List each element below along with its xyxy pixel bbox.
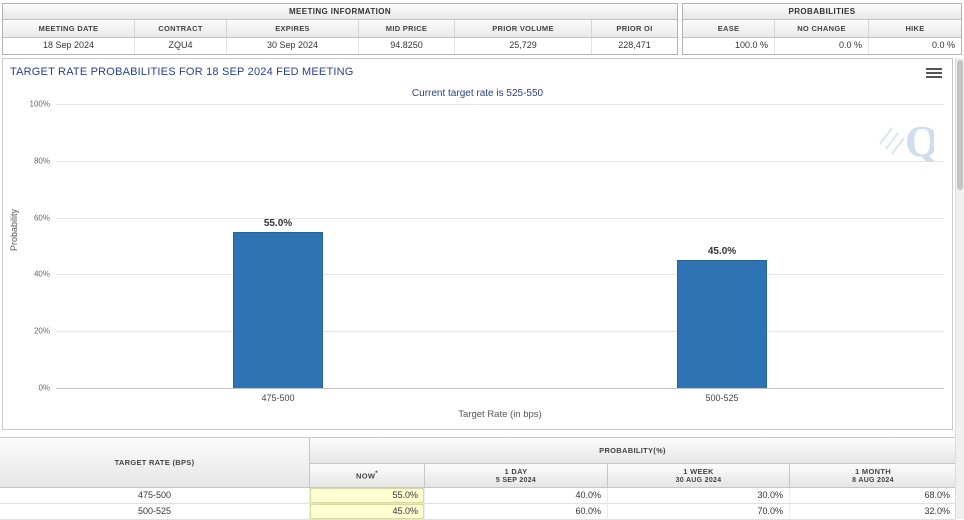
meeting-information-title: MEETING INFORMATION — [3, 4, 677, 20]
prior-volume-header: PRIOR VOLUME — [455, 20, 592, 37]
y-tick-label: 40% — [6, 270, 50, 279]
table-row-1week: 70.0% — [608, 504, 790, 520]
gridline — [56, 104, 944, 105]
y-tick-label: 100% — [6, 100, 50, 109]
one-month-label: 1 MONTH — [855, 467, 891, 476]
y-tick-label: 60% — [6, 213, 50, 222]
plot-area: 100% 80% 60% 40% 20% 0% Q 55.0% 45.0% 47… — [56, 104, 944, 389]
table-row-rate: 500-525 — [0, 504, 310, 520]
one-month-column-header: 1 MONTH 8 AUG 2024 — [790, 464, 956, 488]
contract-header: CONTRACT — [135, 20, 227, 37]
y-tick-label: 0% — [6, 384, 50, 393]
target-rate-column-header: TARGET RATE (BPS) — [0, 438, 310, 488]
hike-header: HIKE — [869, 20, 961, 37]
one-day-column-header: 1 DAY 5 SEP 2024 — [425, 464, 608, 488]
ease-header: EASE — [683, 20, 775, 37]
target-rate-chart: TARGET RATE PROBABILITIES FOR 18 SEP 202… — [2, 58, 953, 430]
y-tick-label: 80% — [6, 156, 50, 165]
bar-500-525[interactable]: 45.0% — [677, 260, 767, 388]
gridline — [56, 331, 944, 332]
now-column-header: NOW* — [310, 464, 425, 488]
chart-subtitle: Current target rate is 525-550 — [3, 88, 952, 99]
fedwatch-page: MEETING INFORMATION MEETING DATE CONTRAC… — [0, 0, 964, 519]
prior-oi-header: PRIOR OI — [592, 20, 677, 37]
table-row-now: 45.0% — [310, 504, 425, 520]
table-row-1month: 32.0% — [790, 504, 956, 520]
expires-header: EXPIRES — [227, 20, 359, 37]
one-week-label: 1 WEEK — [683, 467, 714, 476]
prior-volume-value: 25,729 — [455, 38, 592, 54]
chart-title: TARGET RATE PROBABILITIES FOR 18 SEP 202… — [10, 66, 354, 78]
contract-value: ZQU4 — [135, 38, 227, 54]
probability-history-table: TARGET RATE (BPS) PROBABILITY(%) NOW* 1 … — [0, 437, 956, 519]
bar-value-label: 55.0% — [224, 218, 332, 229]
hamburger-icon — [926, 72, 942, 74]
scrollbar-thumb[interactable] — [957, 60, 963, 190]
probabilities-value-row: 100.0 % 0.0 % 0.0 % — [683, 38, 961, 54]
gridline — [56, 218, 944, 219]
meeting-information-value-row: 18 Sep 2024 ZQU4 30 Sep 2024 94.8250 25,… — [3, 38, 677, 54]
bar-475-500[interactable]: 55.0% — [233, 232, 323, 388]
meeting-date-value: 18 Sep 2024 — [3, 38, 135, 54]
x-tick-label: 475-500 — [233, 393, 323, 403]
vertical-scrollbar — [955, 58, 964, 519]
x-tick-label: 500-525 — [677, 393, 767, 403]
one-day-date: 5 SEP 2024 — [496, 477, 536, 484]
one-week-column-header: 1 WEEK 30 AUG 2024 — [608, 464, 790, 488]
prior-oi-value: 228,471 — [592, 38, 677, 54]
meeting-information-header-row: MEETING DATE CONTRACT EXPIRES MID PRICE … — [3, 20, 677, 38]
expires-value: 30 Sep 2024 — [227, 38, 359, 54]
probabilities-header-row: EASE NO CHANGE HIKE — [683, 20, 961, 38]
gridline — [56, 274, 944, 275]
chart-menu-button[interactable] — [926, 67, 942, 81]
table-row-1day: 40.0% — [425, 488, 608, 504]
now-label: NOW — [356, 472, 375, 481]
ease-value: 100.0 % — [683, 38, 775, 54]
now-asterisk: * — [375, 470, 378, 477]
x-axis-title: Target Rate (in bps) — [56, 409, 944, 420]
table-row-rate: 475-500 — [0, 488, 310, 504]
hike-value: 0.0 % — [869, 38, 961, 54]
hamburger-icon — [926, 68, 942, 70]
no-change-header: NO CHANGE — [775, 20, 869, 37]
meeting-date-header: MEETING DATE — [3, 20, 135, 37]
table-row-now: 55.0% — [310, 488, 425, 504]
gridline — [56, 161, 944, 162]
quikstrike-watermark: Q — [878, 114, 934, 167]
probability-group-header: PROBABILITY(%) — [310, 438, 956, 464]
one-week-date: 30 AUG 2024 — [676, 477, 722, 484]
table-row-1week: 30.0% — [608, 488, 790, 504]
table-row-1day: 60.0% — [425, 504, 608, 520]
mid-price-header: MID PRICE — [359, 20, 455, 37]
mid-price-value: 94.8250 — [359, 38, 455, 54]
one-day-label: 1 DAY — [505, 467, 528, 476]
hamburger-icon — [926, 76, 942, 78]
probabilities-panel: PROBABILITIES EASE NO CHANGE HIKE 100.0 … — [682, 3, 962, 55]
one-month-date: 8 AUG 2024 — [852, 477, 894, 484]
bar-value-label: 45.0% — [668, 246, 776, 257]
probabilities-title: PROBABILITIES — [683, 4, 961, 20]
no-change-value: 0.0 % — [775, 38, 869, 54]
svg-text:Q: Q — [905, 117, 934, 162]
table-row-1month: 68.0% — [790, 488, 956, 504]
meeting-information-panel: MEETING INFORMATION MEETING DATE CONTRAC… — [2, 3, 678, 55]
y-tick-label: 20% — [6, 327, 50, 336]
